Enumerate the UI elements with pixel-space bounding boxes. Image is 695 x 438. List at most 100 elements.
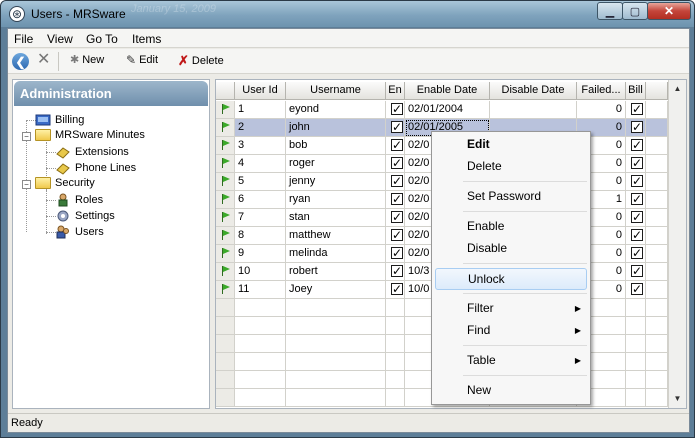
menu-items[interactable]: Items xyxy=(132,32,161,46)
row-indicator[interactable] xyxy=(216,335,235,353)
cell-user-id[interactable]: 11 xyxy=(235,281,286,299)
cell-username[interactable]: jenny xyxy=(286,173,386,191)
cell-bill[interactable] xyxy=(626,119,646,137)
checkbox[interactable] xyxy=(391,173,403,190)
cell-username[interactable]: matthew xyxy=(286,227,386,245)
row-indicator[interactable] xyxy=(216,389,235,407)
checkbox[interactable] xyxy=(631,191,643,208)
checkbox[interactable] xyxy=(391,227,403,244)
column-header-enable-date[interactable]: Enable Date xyxy=(405,82,490,100)
new-button[interactable]: ✱ New xyxy=(70,53,104,67)
row-indicator[interactable] xyxy=(216,371,235,389)
cell-user-id[interactable]: 9 xyxy=(235,245,286,263)
checkbox[interactable] xyxy=(631,119,643,136)
scroll-down-icon[interactable]: ▼ xyxy=(670,391,685,406)
checkbox[interactable] xyxy=(391,245,403,262)
checkbox[interactable] xyxy=(391,119,403,136)
sidebar-item-billing[interactable]: Billing xyxy=(35,113,84,127)
tree-expander-security[interactable]: − xyxy=(22,180,31,189)
checkbox[interactable] xyxy=(391,191,403,208)
cell-user-id[interactable]: 1 xyxy=(235,101,286,119)
cell-enabled[interactable] xyxy=(386,119,405,137)
cell-username[interactable]: robert xyxy=(286,263,386,281)
column-header-disable-date[interactable]: Disable Date xyxy=(490,82,577,100)
checkbox[interactable] xyxy=(391,263,403,280)
sidebar-item-extensions[interactable]: Extensions xyxy=(55,145,129,159)
delete-button[interactable]: ✗ Delete xyxy=(178,53,224,69)
checkbox[interactable] xyxy=(631,101,643,118)
checkbox[interactable] xyxy=(391,101,403,118)
vertical-scrollbar[interactable]: ▲ ▼ xyxy=(668,80,686,408)
cell-username[interactable]: ryan xyxy=(286,191,386,209)
cell-bill[interactable] xyxy=(626,263,646,281)
menu-view[interactable]: View xyxy=(47,32,73,46)
cell-failed[interactable]: 0 xyxy=(577,101,626,119)
context-menu-disable[interactable]: Disable xyxy=(435,238,587,260)
column-header-user-id[interactable]: User Id xyxy=(235,82,286,100)
cell-enabled[interactable] xyxy=(386,191,405,209)
checkbox[interactable] xyxy=(631,245,643,262)
context-menu-edit[interactable]: Edit xyxy=(435,134,587,156)
cell-bill[interactable] xyxy=(626,101,646,119)
tree-expander-minutes[interactable]: − xyxy=(22,132,31,141)
cell-enabled[interactable] xyxy=(386,245,405,263)
checkbox[interactable] xyxy=(391,137,403,154)
cell-user-id[interactable]: 5 xyxy=(235,173,286,191)
cell-bill[interactable] xyxy=(626,227,646,245)
cell-bill[interactable] xyxy=(626,191,646,209)
cell-user-id[interactable]: 8 xyxy=(235,227,286,245)
cell-bill[interactable] xyxy=(626,173,646,191)
cell-bill[interactable] xyxy=(626,281,646,299)
row-indicator[interactable] xyxy=(216,353,235,371)
cell-username[interactable]: john xyxy=(286,119,386,137)
menu-file[interactable]: File xyxy=(14,32,33,46)
row-indicator[interactable] xyxy=(216,119,235,137)
column-header-username[interactable]: Username xyxy=(286,82,386,100)
row-indicator[interactable] xyxy=(216,299,235,317)
cell-enabled[interactable] xyxy=(386,281,405,299)
cell-user-id[interactable]: 7 xyxy=(235,209,286,227)
back-button[interactable]: ❮ xyxy=(12,53,29,70)
cell-enabled[interactable] xyxy=(386,137,405,155)
cell-bill[interactable] xyxy=(626,137,646,155)
menu-go-to[interactable]: Go To xyxy=(86,32,118,46)
cell-enabled[interactable] xyxy=(386,155,405,173)
title-bar[interactable]: ⊛ Users - MRSware January 15, 2009 ▁ ▢ ✕ xyxy=(1,1,694,27)
checkbox[interactable] xyxy=(631,209,643,226)
cell-enabled[interactable] xyxy=(386,209,405,227)
row-indicator[interactable] xyxy=(216,155,235,173)
checkbox[interactable] xyxy=(631,263,643,280)
cell-disable-date[interactable] xyxy=(490,101,577,119)
sidebar-item-roles[interactable]: Roles xyxy=(55,193,103,207)
cell-bill[interactable] xyxy=(626,209,646,227)
row-indicator[interactable] xyxy=(216,173,235,191)
table-row[interactable]: 1eyond 02/01/2004 0 xyxy=(216,101,668,119)
cell-user-id[interactable]: 6 xyxy=(235,191,286,209)
cell-username[interactable]: Joey xyxy=(286,281,386,299)
row-indicator[interactable] xyxy=(216,101,235,119)
cell-username[interactable]: stan xyxy=(286,209,386,227)
cell-bill[interactable] xyxy=(626,155,646,173)
checkbox[interactable] xyxy=(631,137,643,154)
context-menu-table[interactable]: Table ▶ xyxy=(435,350,587,372)
context-menu-find[interactable]: Find ▶ xyxy=(435,320,587,342)
context-menu-enable[interactable]: Enable xyxy=(435,216,587,238)
cell-username[interactable]: melinda xyxy=(286,245,386,263)
row-indicator[interactable] xyxy=(216,137,235,155)
cell-user-id[interactable]: 2 xyxy=(235,119,286,137)
minimize-button[interactable]: ▁ xyxy=(597,2,623,20)
close-button[interactable]: ✕ xyxy=(647,2,691,20)
checkbox[interactable] xyxy=(631,155,643,172)
scroll-up-icon[interactable]: ▲ xyxy=(670,81,685,96)
context-menu-unlock[interactable]: Unlock xyxy=(435,268,587,290)
sidebar-item-security[interactable]: Security xyxy=(35,177,95,189)
row-indicator[interactable] xyxy=(216,263,235,281)
checkbox[interactable] xyxy=(391,155,403,172)
cell-enabled[interactable] xyxy=(386,101,405,119)
row-indicator[interactable] xyxy=(216,281,235,299)
cell-username[interactable]: eyond xyxy=(286,101,386,119)
row-indicator[interactable] xyxy=(216,245,235,263)
context-menu-delete[interactable]: Delete xyxy=(435,156,587,178)
row-indicator[interactable] xyxy=(216,209,235,227)
sidebar-item-users[interactable]: Users xyxy=(55,225,104,239)
